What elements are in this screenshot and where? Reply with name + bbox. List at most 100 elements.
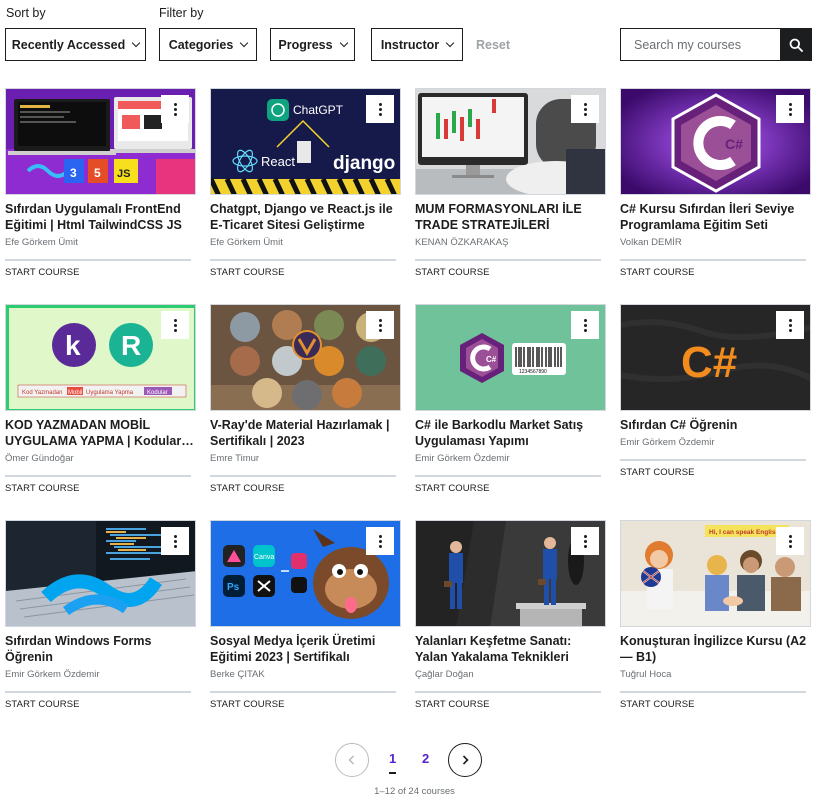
progress-bar [5, 475, 191, 477]
thumb-text: django [333, 153, 395, 174]
course-title[interactable]: Konuşturan İngilizce Kursu (A2 — B1) [620, 633, 811, 665]
search-input[interactable] [620, 28, 780, 61]
course-thumbnail[interactable]: k R Kod Yazmadan Mobil Uygulama Yapma Ko… [5, 304, 196, 411]
course-card[interactable]: Hi, I can speak English. Konuşturan İngi… [620, 520, 811, 710]
more-options-button[interactable] [161, 311, 189, 339]
course-title[interactable]: Sosyal Medya İçerik Üretimi Eğitimi 2023… [210, 633, 401, 665]
progress-bar [210, 475, 396, 477]
categories-dropdown[interactable]: Categories [159, 28, 257, 61]
course-card[interactable]: C# Sıfırdan C# Öğrenin Emir Görkem Özdem… [620, 304, 811, 478]
course-title[interactable]: Yalanları Keşfetme Sanatı: Yalan Yakalam… [415, 633, 606, 665]
course-thumbnail[interactable]: Hi, I can speak English. [620, 520, 811, 627]
kebab-dot [788, 112, 792, 116]
more-vertical-icon [788, 318, 792, 322]
kebab-dot [583, 112, 587, 116]
reset-button[interactable]: Reset [476, 38, 510, 52]
more-vertical-icon [173, 318, 177, 322]
progress-bar [415, 691, 601, 693]
course-instructor: Tuğrul Hoca [620, 669, 672, 680]
kebab-dot [583, 328, 587, 332]
start-course-link[interactable]: START COURSE [415, 483, 606, 494]
thumb-text: Kodular [147, 390, 168, 396]
more-options-button[interactable] [366, 95, 394, 123]
next-page-button[interactable] [448, 743, 482, 777]
more-vertical-icon [583, 318, 587, 322]
progress-dropdown[interactable]: Progress [270, 28, 355, 61]
kebab-dot [378, 544, 382, 548]
instructor-dropdown[interactable]: Instructor [371, 28, 463, 61]
course-card[interactable]: C# 1234567890 C# ile Barkodlu Market Sat… [415, 304, 606, 494]
course-card[interactable]: Canva Ps Sosyal Medya İçerik Üretimi Eği… [210, 520, 401, 710]
thumb-text: Mobil [68, 390, 82, 396]
kebab-dot [788, 323, 792, 327]
more-options-button[interactable] [571, 95, 599, 123]
chevron-left-icon [348, 755, 355, 765]
thumb-text: 5 [94, 166, 101, 180]
course-card[interactable]: C# C# Kursu Sıfırdan İleri Seviye Progra… [620, 88, 811, 278]
more-options-button[interactable] [161, 95, 189, 123]
course-card[interactable]: 3 5 JS Sıfırdan Uygulamalı FrontEnd Eğit… [5, 88, 196, 278]
course-card[interactable]: Sıfırdan Windows Forms Öğrenin Emir Görk… [5, 520, 196, 710]
course-card[interactable]: Yalanları Keşfetme Sanatı: Yalan Yakalam… [415, 520, 606, 710]
course-thumbnail[interactable]: C# 1234567890 [415, 304, 606, 411]
course-card[interactable]: MUM FORMASYONLARI İLE TRADE STRATEJİLERİ… [415, 88, 606, 278]
thumb-text: Ps [227, 582, 240, 593]
course-title[interactable]: Sıfırdan C# Öğrenin [620, 417, 811, 433]
more-options-button[interactable] [571, 527, 599, 555]
more-options-button[interactable] [366, 527, 394, 555]
course-title[interactable]: C# ile Barkodlu Market Satış Uygulaması … [415, 417, 606, 449]
course-card[interactable]: ChatGPT React django Chatgpt, Django ve … [210, 88, 401, 278]
thumb-text: k [65, 330, 81, 361]
previous-page-button[interactable] [335, 743, 369, 777]
page-1-link[interactable]: 1 [389, 751, 397, 774]
start-course-link[interactable]: START COURSE [620, 467, 811, 478]
kebab-dot [378, 539, 382, 543]
start-course-link[interactable]: START COURSE [210, 483, 401, 494]
more-options-button[interactable] [776, 527, 804, 555]
progress-bar [620, 691, 806, 693]
chevron-down-icon [339, 38, 348, 47]
course-thumbnail[interactable] [415, 88, 606, 195]
more-options-button[interactable] [776, 311, 804, 339]
course-title[interactable]: KOD YAZMADAN MOBİL UYGULAMA YAPMA | Kodu… [5, 417, 196, 449]
more-options-button[interactable] [161, 527, 189, 555]
course-card[interactable]: V-Ray'de Material Hazırlamak | Sertifika… [210, 304, 401, 494]
kebab-dot [173, 112, 177, 116]
course-thumbnail[interactable] [5, 520, 196, 627]
start-course-link[interactable]: START COURSE [415, 267, 606, 278]
more-options-button[interactable] [366, 311, 394, 339]
start-course-link[interactable]: START COURSE [620, 699, 811, 710]
course-title[interactable]: V-Ray'de Material Hazırlamak | Sertifika… [210, 417, 401, 449]
more-vertical-icon [378, 102, 382, 106]
course-thumbnail[interactable] [210, 304, 401, 411]
course-thumbnail[interactable]: Canva Ps [210, 520, 401, 627]
course-thumbnail[interactable]: 3 5 JS [5, 88, 196, 195]
more-options-button[interactable] [776, 95, 804, 123]
more-options-button[interactable] [571, 311, 599, 339]
start-course-link[interactable]: START COURSE [210, 267, 401, 278]
page-2-link[interactable]: 2 [422, 751, 429, 766]
thumb-text: R [121, 330, 141, 361]
course-title[interactable]: Sıfırdan Windows Forms Öğrenin [5, 633, 196, 665]
course-card[interactable]: k R Kod Yazmadan Mobil Uygulama Yapma Ko… [5, 304, 196, 494]
start-course-link[interactable]: START COURSE [5, 483, 196, 494]
course-title[interactable]: MUM FORMASYONLARI İLE TRADE STRATEJİLERİ [415, 201, 606, 233]
sort-dropdown[interactable]: Recently Accessed [5, 28, 146, 61]
start-course-link[interactable]: START COURSE [5, 267, 196, 278]
progress-dropdown-label: Progress [278, 37, 333, 52]
course-thumbnail[interactable]: C# [620, 88, 811, 195]
course-title[interactable]: Chatgpt, Django ve React.js ile E-Ticare… [210, 201, 401, 233]
kebab-dot [173, 323, 177, 327]
start-course-link[interactable]: START COURSE [415, 699, 606, 710]
course-thumbnail[interactable]: C# [620, 304, 811, 411]
start-course-link[interactable]: START COURSE [210, 699, 401, 710]
course-thumbnail[interactable]: ChatGPT React django [210, 88, 401, 195]
course-title[interactable]: Sıfırdan Uygulamalı FrontEnd Eğitimi | H… [5, 201, 196, 233]
course-thumbnail[interactable] [415, 520, 606, 627]
course-title[interactable]: C# Kursu Sıfırdan İleri Seviye Programla… [620, 201, 811, 233]
more-vertical-icon [583, 102, 587, 106]
kebab-dot [173, 539, 177, 543]
start-course-link[interactable]: START COURSE [5, 699, 196, 710]
start-course-link[interactable]: START COURSE [620, 267, 811, 278]
search-button[interactable] [780, 28, 812, 61]
